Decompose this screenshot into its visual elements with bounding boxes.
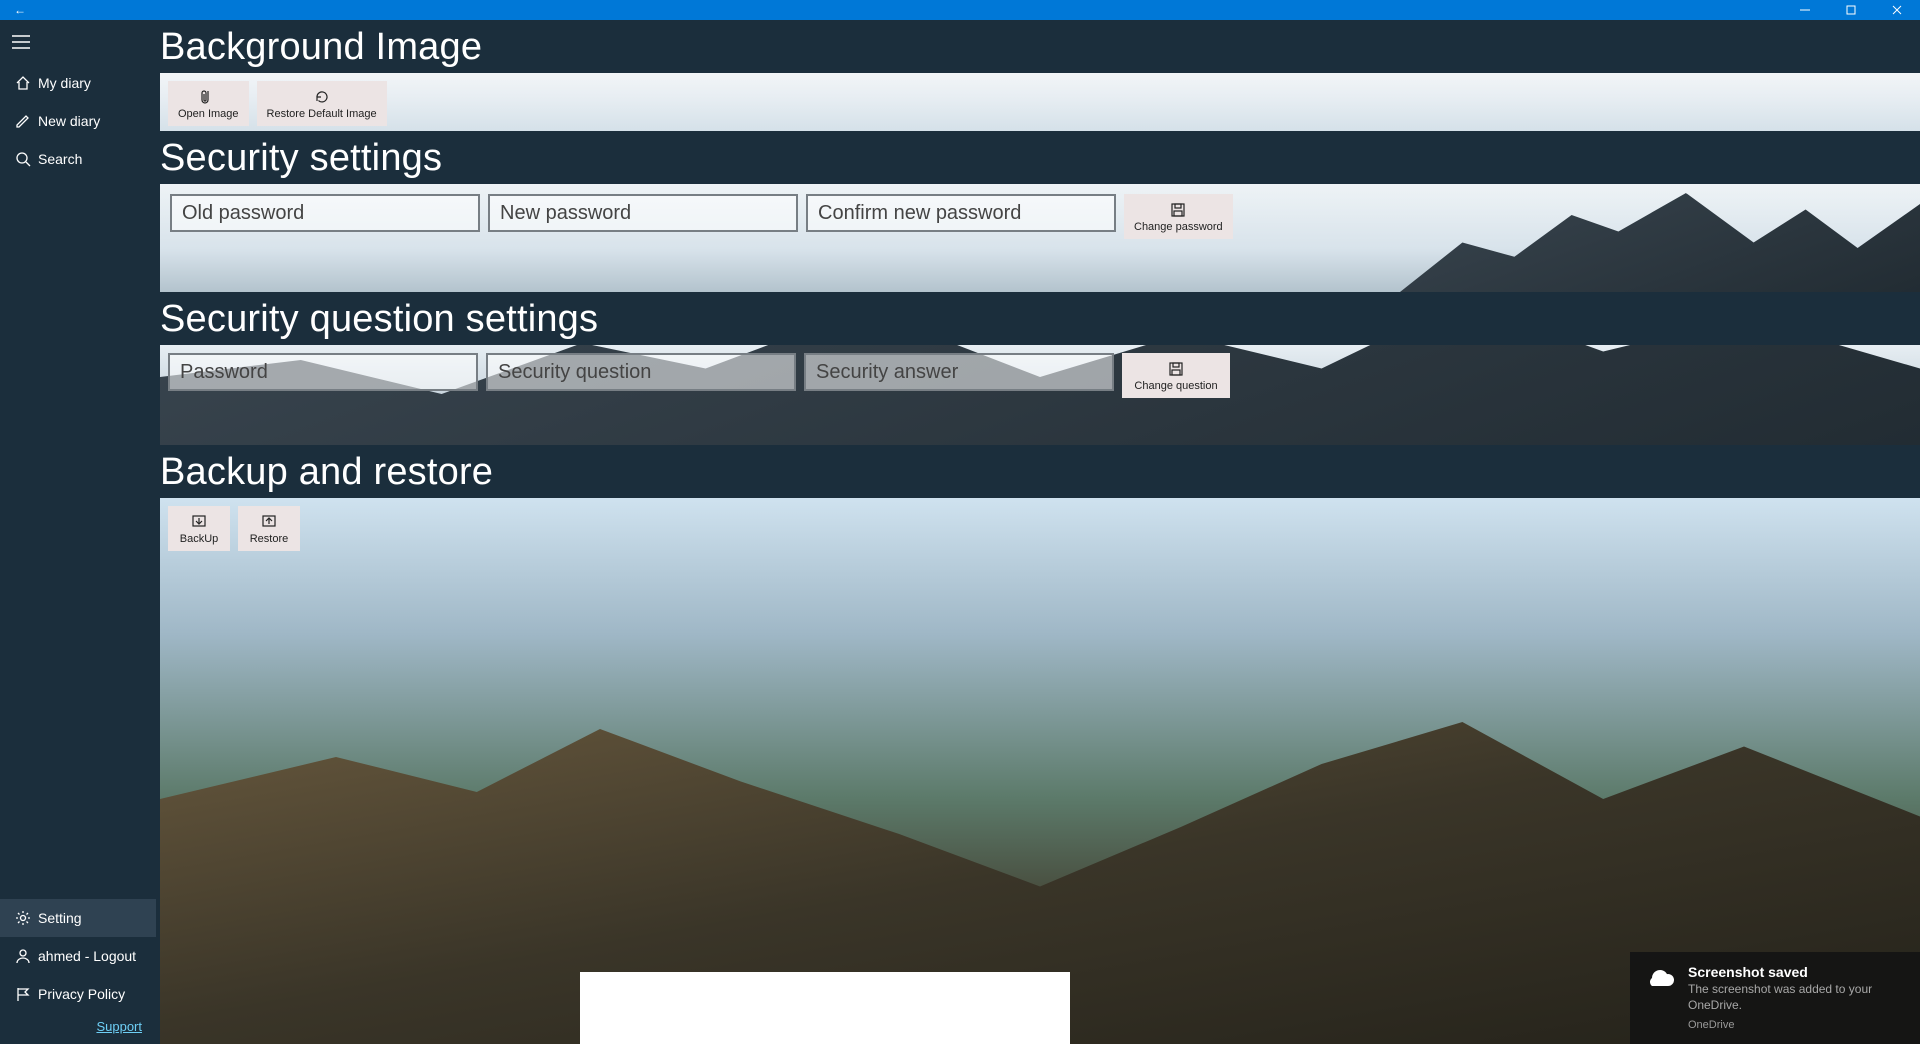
backup-button[interactable]: BackUp [168,506,230,551]
sidebar-item-new-diary[interactable]: New diary [0,102,156,140]
section-title-backup-restore: Backup and restore [160,445,1920,498]
sidebar-item-setting[interactable]: Setting [0,899,156,937]
sidebar-item-label: Search [38,151,82,167]
user-icon [12,948,34,964]
window-minimize-button[interactable] [1782,0,1828,20]
new-password-input[interactable] [488,194,798,232]
hamburger-button[interactable] [0,20,156,64]
sidebar-item-label: Setting [38,910,82,926]
button-label: Open Image [178,108,239,120]
button-label: BackUp [180,533,219,545]
security-settings-banner: Change password [160,184,1920,292]
backup-restore-banner: BackUp Restore Screenshot saved The scre… [160,498,1920,1044]
window-maximize-button[interactable] [1828,0,1874,20]
content: Background Image Open Image Restore Defa… [156,20,1920,1044]
flag-icon [12,986,34,1002]
restore-button[interactable]: Restore [238,506,300,551]
change-question-button[interactable]: Change question [1122,353,1230,398]
section-title-security-settings: Security settings [160,131,1920,184]
sidebar-item-my-diary[interactable]: My diary [0,64,156,102]
upload-icon [261,512,277,532]
section-title-security-question: Security question settings [160,292,1920,345]
button-label: Restore Default Image [267,108,377,120]
button-label: Change question [1134,380,1217,392]
download-icon [191,512,207,532]
home-icon [12,75,34,91]
restore-default-image-button[interactable]: Restore Default Image [257,81,387,126]
security-question-banner: Change question [160,345,1920,445]
cloud-icon [1644,964,1676,1032]
open-image-button[interactable]: Open Image [168,81,249,126]
attachment-icon [200,87,216,107]
button-label: Restore [250,533,289,545]
toast-source: OneDrive [1688,1019,1906,1031]
button-label: Change password [1134,221,1223,233]
background-image-banner: Open Image Restore Default Image [160,73,1920,131]
titlebar: ← [0,0,1920,20]
save-icon [1170,200,1186,220]
sq-password-input[interactable] [168,353,478,391]
toast-message: The screenshot was added to your OneDriv… [1688,982,1906,1013]
support-link[interactable]: Support [96,1019,142,1034]
security-question-input[interactable] [486,353,796,391]
back-button[interactable]: ← [0,3,40,17]
change-password-button[interactable]: Change password [1124,194,1233,239]
sidebar-item-label: Privacy Policy [38,986,125,1002]
sidebar: My diary New diary Search Setting ahmed … [0,20,156,1044]
sidebar-item-label: New diary [38,113,100,129]
security-answer-input[interactable] [804,353,1114,391]
sidebar-item-privacy[interactable]: Privacy Policy [0,975,156,1013]
section-title-background-image: Background Image [160,20,1920,73]
sidebar-item-search[interactable]: Search [0,140,156,178]
sidebar-item-label: ahmed - Logout [38,948,136,964]
refresh-icon [314,87,330,107]
onedrive-toast[interactable]: Screenshot saved The screenshot was adde… [1630,952,1920,1044]
sidebar-item-label: My diary [38,75,91,91]
window-close-button[interactable] [1874,0,1920,20]
ad-placeholder [580,972,1070,1044]
old-password-input[interactable] [170,194,480,232]
gear-icon [12,910,34,926]
search-icon [12,151,34,167]
confirm-password-input[interactable] [806,194,1116,232]
save-icon [1168,359,1184,379]
support-link-container: Support [0,1013,156,1044]
pencil-icon [12,113,34,129]
toast-title: Screenshot saved [1688,964,1906,980]
sidebar-item-logout[interactable]: ahmed - Logout [0,937,156,975]
